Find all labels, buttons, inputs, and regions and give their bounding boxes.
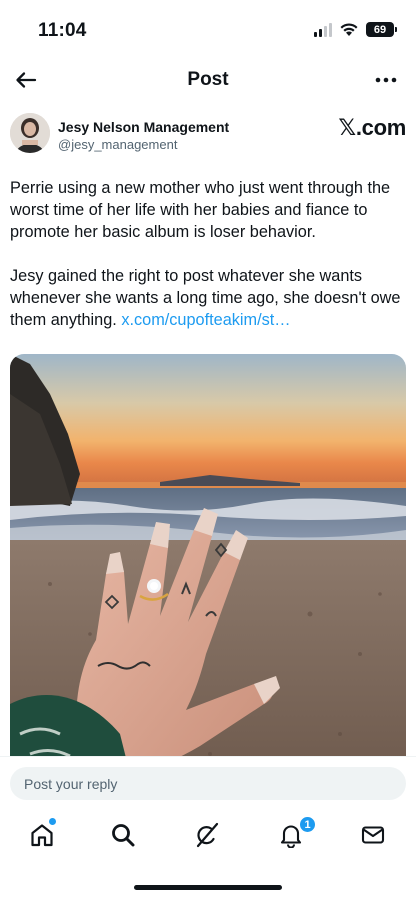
unread-dot <box>49 818 56 825</box>
search-icon <box>112 824 135 847</box>
wifi-icon <box>340 23 358 36</box>
post-body: Perrie using a new mother who just went … <box>10 177 408 353</box>
reply-bar <box>0 756 416 808</box>
home-indicator <box>134 885 282 890</box>
bottom-tab-bar: 1 <box>0 808 416 900</box>
tab-messages[interactable] <box>358 820 388 850</box>
photo-scene <box>10 354 406 774</box>
notification-count-badge: 1 <box>299 816 316 833</box>
author-name[interactable]: Jesy Nelson Management <box>58 119 229 135</box>
more-horizontal-icon[interactable] <box>372 66 400 94</box>
source-label: 𝕏.com <box>338 115 406 140</box>
status-icons: 69 <box>314 22 397 37</box>
cellular-signal-icon <box>314 22 332 37</box>
battery-icon: 69 <box>366 22 397 37</box>
grok-icon <box>196 822 219 848</box>
reply-input[interactable] <box>10 767 406 800</box>
post-header: Post <box>0 62 416 98</box>
tab-grok[interactable] <box>192 820 222 850</box>
battery-level: 69 <box>373 23 387 36</box>
avatar[interactable] <box>10 113 50 153</box>
home-icon <box>31 824 53 847</box>
post-paragraph: Jesy gained the right to post whatever s… <box>10 265 408 331</box>
tab-home[interactable] <box>27 818 57 850</box>
tab-search[interactable] <box>108 820 138 850</box>
status-bar: 11:04 69 <box>0 0 416 62</box>
tab-notifications[interactable]: 1 <box>276 816 316 850</box>
status-time: 11:04 <box>38 20 87 41</box>
post-photo[interactable] <box>10 354 406 774</box>
post-link[interactable]: x.com/cupofteakim/st… <box>121 311 290 329</box>
messages-icon <box>361 826 385 844</box>
author-handle[interactable]: @jesy_management <box>58 137 177 152</box>
page-title: Post <box>187 69 229 90</box>
post-paragraph: Perrie using a new mother who just went … <box>10 179 391 241</box>
post-author: Jesy Nelson Management @jesy_management … <box>10 113 406 159</box>
